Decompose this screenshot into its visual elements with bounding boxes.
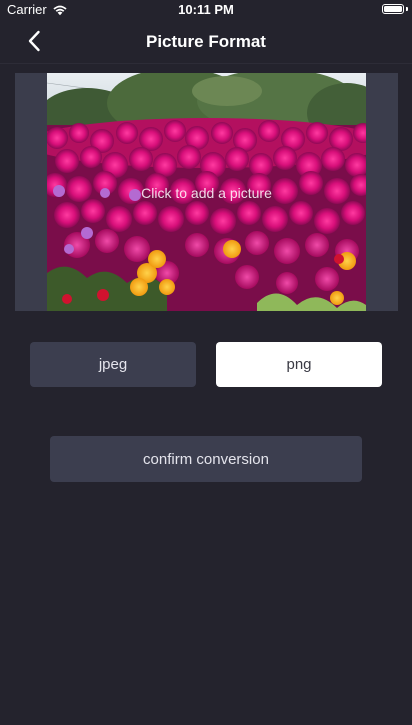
picture-picker[interactable]: Click to add a picture (15, 73, 398, 311)
status-time: 10:11 PM (178, 2, 234, 17)
add-picture-hint: Click to add a picture (141, 185, 272, 201)
nav-divider (0, 63, 412, 64)
png-format-button[interactable]: png (216, 342, 382, 387)
nav-bar: Picture Format (0, 20, 412, 64)
battery-level (384, 6, 402, 12)
jpeg-format-button[interactable]: jpeg (30, 342, 196, 387)
page-title: Picture Format (146, 32, 266, 51)
status-bar: Carrier 10:11 PM (0, 0, 412, 20)
confirm-conversion-button[interactable]: confirm conversion (50, 436, 362, 482)
battery-icon (382, 4, 404, 14)
battery-tip (406, 7, 408, 11)
